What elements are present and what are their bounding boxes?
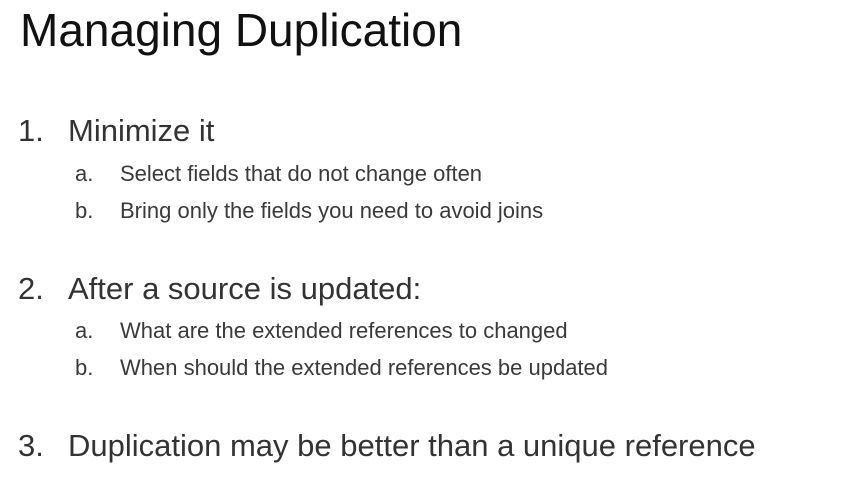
sub-item-letter: b.	[75, 198, 94, 223]
list-item-text: After a source is updated:	[68, 271, 422, 306]
sub-item-text: What are the extended references to chan…	[120, 318, 568, 343]
list-item-1: 1. Minimize it	[18, 112, 214, 150]
list-item-text: Duplication may be better than a unique …	[68, 428, 756, 463]
sub-item-text: When should the extended references be u…	[120, 355, 609, 380]
sub-item-letter: a.	[75, 318, 94, 343]
list-item-2: 2. After a source is updated:	[18, 270, 421, 308]
list-item-number: 1.	[18, 113, 44, 148]
list-item-number: 3.	[18, 428, 44, 463]
sub-item-1a: a. Select fields that do not change often	[75, 160, 482, 188]
sub-item-text: Select fields that do not change often	[120, 161, 483, 186]
sub-item-2a: a. What are the extended references to ch…	[75, 317, 568, 345]
sub-item-text: Bring only the fields you need to avoid …	[120, 198, 544, 223]
list-item-number: 2.	[18, 271, 44, 306]
slide-title: Managing Duplication	[20, 4, 463, 56]
slide: Managing Duplication 1. Minimize it a. Sel…	[0, 0, 861, 477]
sub-item-letter: b.	[75, 355, 94, 380]
list-item-3: 3. Duplication may be better than a uniqu…	[18, 427, 756, 465]
sub-item-2b: b. When should the extended references be…	[75, 354, 608, 382]
sub-item-1b: b. Bring only the fields you need to avoi…	[75, 197, 543, 225]
list-item-text: Minimize it	[68, 113, 215, 148]
sub-item-letter: a.	[75, 161, 94, 186]
